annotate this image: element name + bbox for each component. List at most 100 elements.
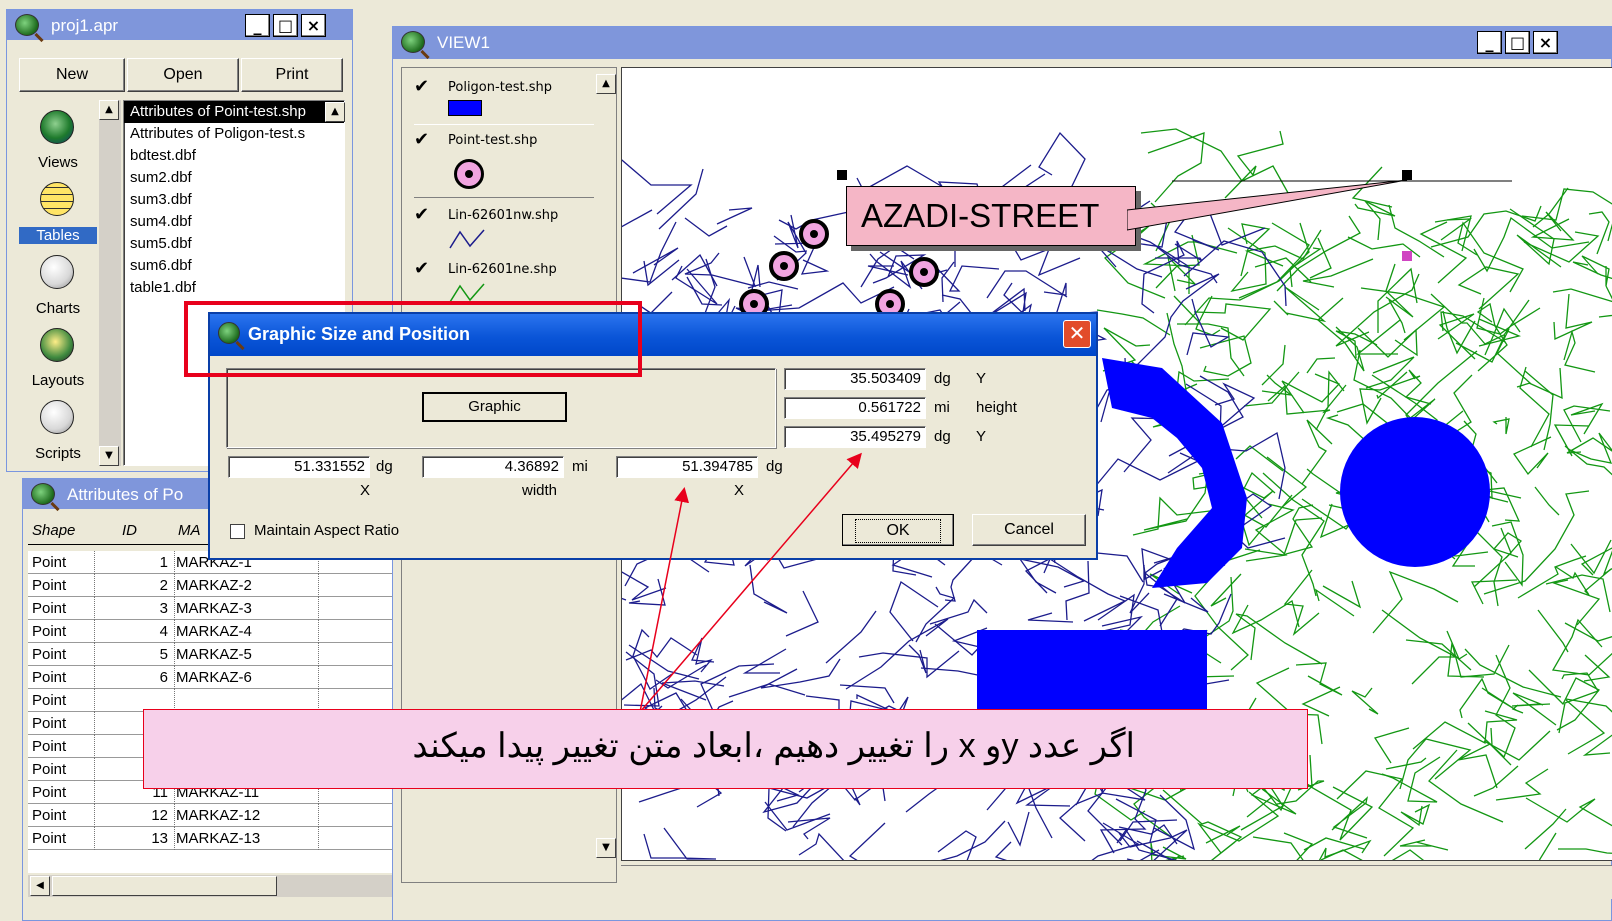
doc-item[interactable]: sum3.dbf <box>124 189 344 211</box>
globe-icon[interactable] <box>40 110 74 144</box>
category-views[interactable]: Views <box>19 154 97 171</box>
road-segment <box>1065 560 1090 621</box>
road-segment <box>1563 329 1596 373</box>
cell-shape: Point <box>32 669 67 686</box>
cell-shape: Point <box>32 577 67 594</box>
cell-divider <box>94 827 95 850</box>
print-button[interactable]: Print <box>241 58 343 92</box>
chart-icon[interactable] <box>40 255 74 289</box>
layer-point-test[interactable]: ✔ Point-test.shp <box>414 124 594 198</box>
cell-id: 6 <box>159 669 168 686</box>
layer-name: Lin-62601nw.shp <box>448 208 559 223</box>
table-row[interactable]: Point 2 MARKAZ-2 <box>28 574 392 597</box>
table-row[interactable]: Point 12 MARKAZ-12 <box>28 804 392 827</box>
doc-item[interactable]: Attributes of Point-test.shp <box>124 101 344 123</box>
layer-checkbox-icon[interactable]: ✔ <box>414 260 434 280</box>
cell-divider <box>318 804 319 827</box>
table-row[interactable]: Point 3 MARKAZ-3 <box>28 597 392 620</box>
road-segment <box>632 628 673 690</box>
cell-shape: Point <box>32 830 67 847</box>
maximize-icon[interactable]: □ <box>273 14 298 37</box>
layer-name: Point-test.shp <box>448 133 538 148</box>
new-button[interactable]: New <box>19 58 125 92</box>
cell-ma: MARKAZ-3 <box>176 600 252 617</box>
top-y-field[interactable]: 35.503409 <box>784 368 926 390</box>
graphic-button[interactable]: Graphic <box>422 392 567 422</box>
right-x-field[interactable]: 51.394785 <box>616 456 758 478</box>
view-titlebar[interactable]: VIEW1 _ □ × <box>393 27 1611 59</box>
category-layouts[interactable]: Layouts <box>19 372 97 389</box>
road-segment <box>1464 648 1562 698</box>
scroll-left-icon[interactable]: ◀ <box>30 876 50 896</box>
callout-label[interactable]: AZADI-STREET <box>846 186 1136 246</box>
cell-id: 13 <box>151 830 168 847</box>
cell-divider <box>94 643 95 666</box>
doc-item[interactable]: sum4.dbf <box>124 211 344 233</box>
cell-ma: MARKAZ-13 <box>176 830 261 847</box>
unit-dg: dg <box>376 458 393 475</box>
road-segment <box>1173 295 1213 324</box>
category-scrollbar[interactable]: ▲ ▼ <box>99 100 121 466</box>
doc-item[interactable]: table1.dbf <box>124 277 344 299</box>
table-icon[interactable] <box>40 182 74 216</box>
table-row[interactable]: Point 4 MARKAZ-4 <box>28 620 392 643</box>
layer-checkbox-icon[interactable]: ✔ <box>414 131 434 151</box>
cell-divider <box>318 597 319 620</box>
doclist-scroll-up-icon[interactable]: ▲ <box>325 102 345 122</box>
road-segment <box>1473 216 1590 273</box>
table-row[interactable]: Point 5 MARKAZ-5 <box>28 643 392 666</box>
cancel-button[interactable]: Cancel <box>972 514 1086 546</box>
category-tables[interactable]: Tables <box>19 227 97 244</box>
scroll-thumb[interactable] <box>52 876 277 896</box>
road-segment <box>1399 839 1449 851</box>
road-segment <box>1400 803 1431 827</box>
doc-item[interactable]: sum5.dbf <box>124 233 344 255</box>
doc-item[interactable]: sum2.dbf <box>124 167 344 189</box>
layer-poligon-test[interactable]: ✔ Poligon-test.shp <box>414 78 594 122</box>
road-segment <box>1495 768 1549 801</box>
road-segment <box>1373 727 1410 764</box>
open-button[interactable]: Open <box>127 58 239 92</box>
minimize-icon[interactable]: _ <box>1477 31 1502 54</box>
table-row[interactable]: Point 13 MARKAZ-13 <box>28 827 392 850</box>
circle-polygon <box>1340 417 1490 567</box>
column-header-id[interactable]: ID <box>122 519 152 542</box>
layer-lin-62601nw[interactable]: ✔ Lin-62601nw.shp <box>414 206 594 256</box>
left-x-field[interactable]: 51.331552 <box>228 456 370 478</box>
road-segment <box>684 217 728 237</box>
height-field[interactable]: 0.561722 <box>784 397 926 419</box>
road-segment <box>1457 743 1512 789</box>
script-icon[interactable] <box>40 400 74 434</box>
bottom-y-field[interactable]: 35.495279 <box>784 426 926 448</box>
doc-item[interactable]: sum6.dbf <box>124 255 344 277</box>
layer-checkbox-icon[interactable]: ✔ <box>414 206 434 226</box>
scroll-down-icon[interactable]: ▼ <box>99 446 119 466</box>
category-scripts[interactable]: Scripts <box>19 445 97 462</box>
doc-item[interactable]: Attributes of Poligon-test.s <box>124 123 344 145</box>
project-titlebar[interactable]: proj1.apr _ □ × <box>7 10 352 40</box>
maintain-aspect-checkbox[interactable] <box>230 524 245 539</box>
column-header-shape[interactable]: Shape <box>32 519 88 542</box>
layer-checkbox-icon[interactable]: ✔ <box>414 78 434 98</box>
close-icon[interactable]: × <box>1533 31 1558 54</box>
scroll-up-icon[interactable]: ▲ <box>99 100 119 120</box>
dialog-close-icon[interactable]: ✕ <box>1063 320 1091 348</box>
layout-icon[interactable] <box>40 328 74 362</box>
toc-scroll-down-icon[interactable]: ▼ <box>596 838 616 858</box>
unit-mi: mi <box>934 399 950 416</box>
width-field[interactable]: 4.36892 <box>422 456 564 478</box>
toc-scroll-up-icon[interactable]: ▲ <box>596 74 616 94</box>
road-segment <box>1545 574 1611 613</box>
table-row[interactable]: Point 6 MARKAZ-6 <box>28 666 392 689</box>
cell-shape: Point <box>32 646 67 663</box>
doc-item[interactable]: bdtest.dbf <box>124 145 344 167</box>
close-icon[interactable]: × <box>301 14 326 37</box>
road-segment <box>1405 639 1472 671</box>
category-charts[interactable]: Charts <box>19 300 97 317</box>
minimize-icon[interactable]: _ <box>245 14 270 37</box>
cell-divider <box>94 712 95 735</box>
maximize-icon[interactable]: □ <box>1505 31 1530 54</box>
column-header-ma[interactable]: MA <box>178 519 208 542</box>
unit-dg: dg <box>934 370 951 387</box>
ok-button[interactable]: OK <box>842 514 954 546</box>
